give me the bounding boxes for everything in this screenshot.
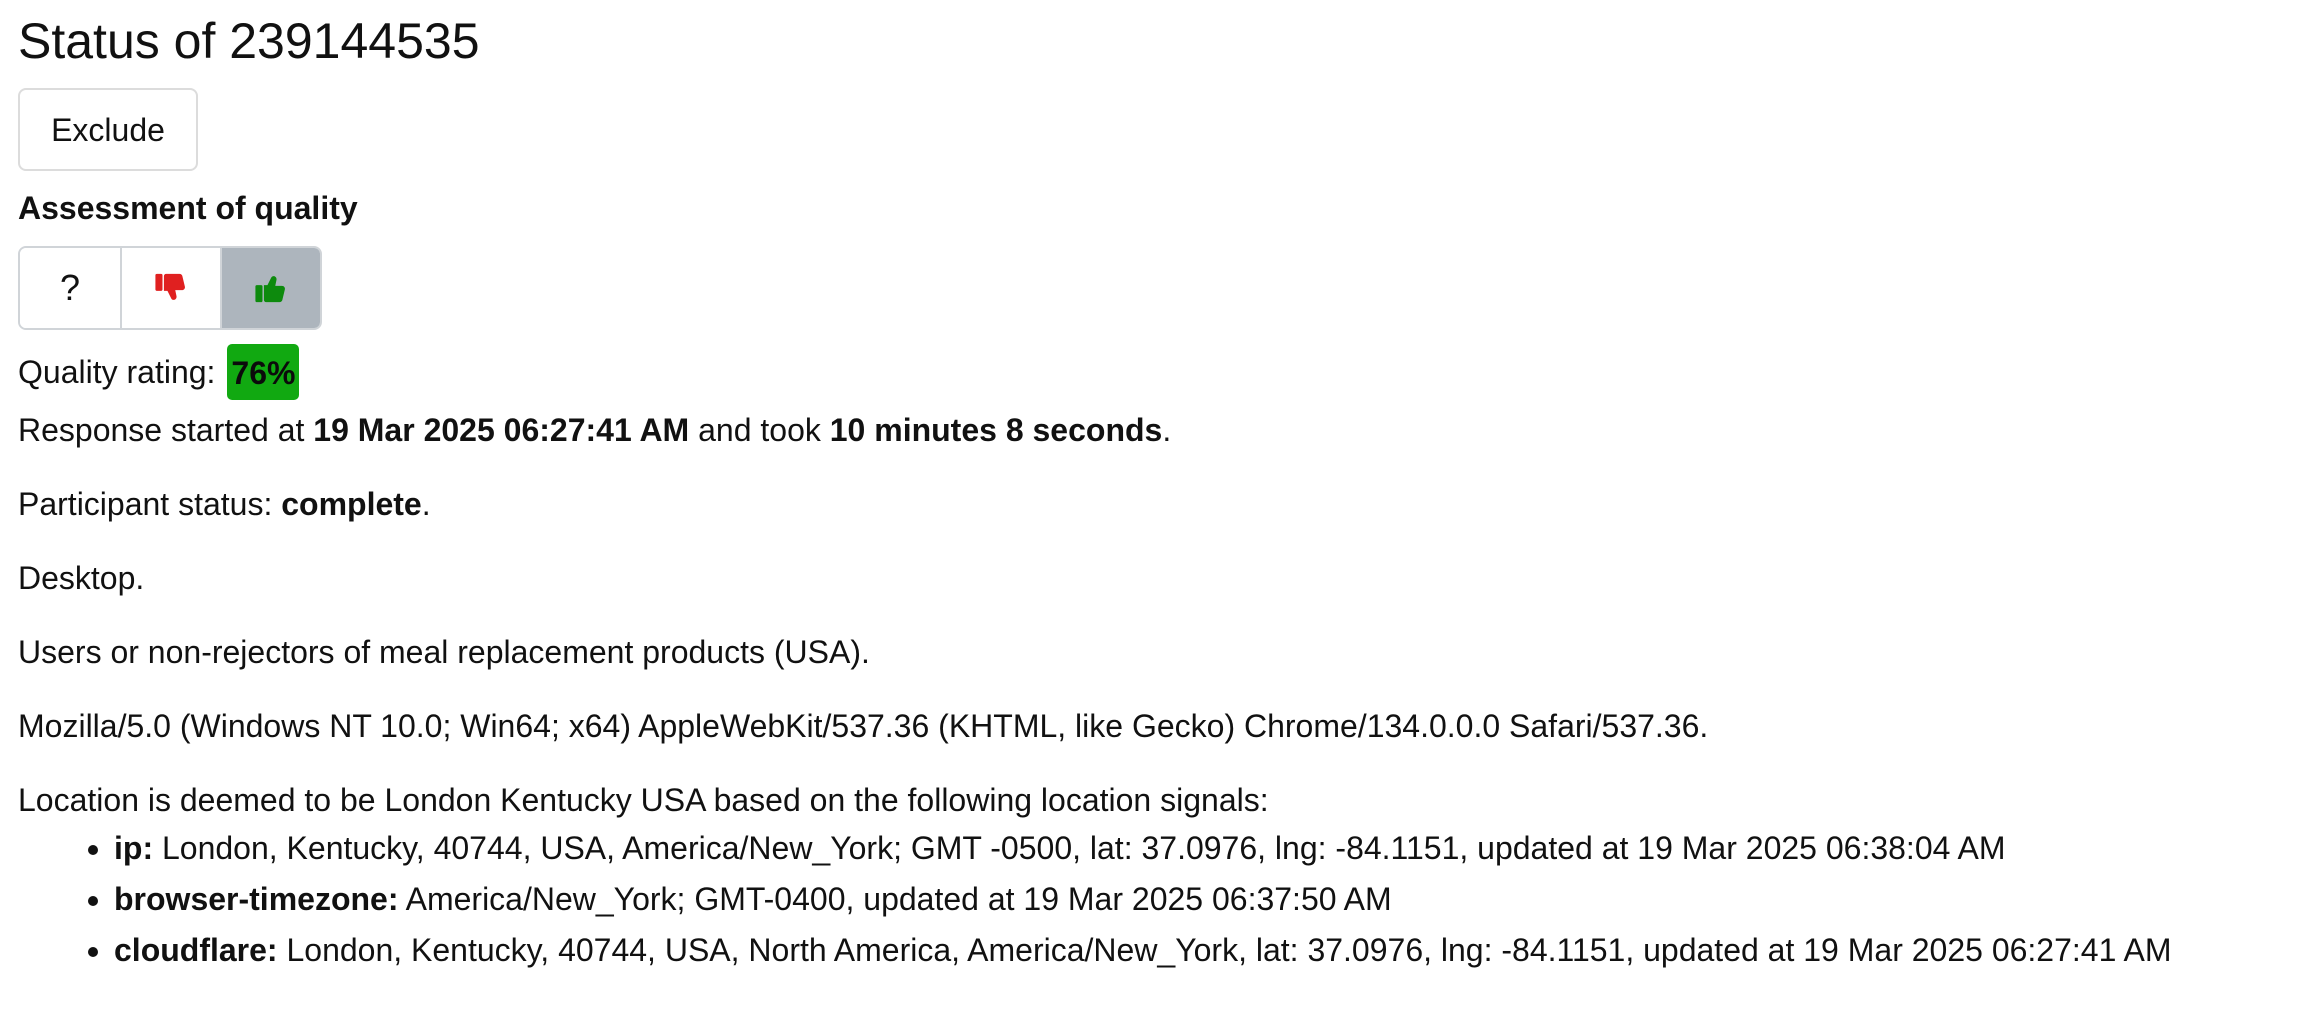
participant-status: Participant status: complete. — [18, 450, 2319, 524]
response-suffix: . — [1162, 412, 1172, 448]
signal-key: ip: — [114, 830, 154, 866]
signal-value: America/New_York; GMT-0400, updated at 1… — [398, 881, 1392, 917]
quality-rating-badge: 76% — [227, 344, 300, 400]
page: Status of 239144535 Exclude Assessment o… — [0, 0, 2319, 970]
participant-status-value: complete — [281, 486, 422, 522]
location-signals-list: ip: London, Kentucky, 40744, USA, Americ… — [18, 828, 2319, 970]
response-prefix: Response started at — [18, 412, 314, 448]
thumbs-down-icon — [154, 271, 188, 305]
signal-value: London, Kentucky, 40744, USA, North Amer… — [277, 932, 2172, 968]
participant-segment: Users or non-rejectors of meal replaceme… — [18, 634, 870, 670]
device-type: Desktop. — [18, 560, 145, 596]
quality-rating-label: Quality rating: — [18, 353, 216, 390]
location-signal-browser-timezone: browser-timezone: America/New_York; GMT-… — [114, 879, 2319, 919]
location-signal-ip: ip: London, Kentucky, 40744, USA, Americ… — [114, 828, 2319, 868]
quality-unknown-button[interactable]: ? — [20, 248, 120, 328]
participant-status-suffix: . — [421, 486, 431, 522]
exclude-button[interactable]: Exclude — [18, 88, 198, 171]
location-summary: Location is deemed to be London Kentucky… — [18, 782, 1269, 818]
location-signal-cloudflare: cloudflare: London, Kentucky, 40744, USA… — [114, 930, 2319, 970]
quality-thumbs-up-button[interactable] — [220, 248, 320, 328]
response-middle: and took — [689, 412, 830, 448]
signal-key: browser-timezone: — [114, 881, 399, 917]
response-timing: Response started at 19 Mar 2025 06:27:41… — [18, 402, 2319, 450]
signal-value: London, Kentucky, 40744, USA, America/Ne… — [153, 830, 2006, 866]
quality-button-group: ? — [18, 246, 322, 330]
signal-key: cloudflare: — [114, 932, 278, 968]
question-mark-label: ? — [59, 267, 81, 308]
response-duration: 10 minutes 8 seconds — [829, 412, 1163, 448]
response-started-at: 19 Mar 2025 06:27:41 AM — [313, 412, 690, 448]
page-title: Status of 239144535 — [18, 13, 480, 69]
quality-rating-row: Quality rating: 76% — [18, 342, 2319, 402]
user-agent: Mozilla/5.0 (Windows NT 10.0; Win64; x64… — [18, 708, 1709, 744]
participant-status-prefix: Participant status: — [18, 486, 282, 522]
quality-thumbs-down-button[interactable] — [120, 248, 220, 328]
thumbs-up-icon — [254, 271, 288, 305]
quality-heading: Assessment of quality — [18, 190, 358, 226]
